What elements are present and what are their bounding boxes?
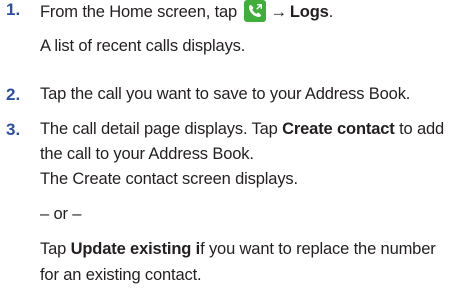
- update-existing-label: Update existing i: [70, 240, 201, 258]
- step-3-text-a: The call detail page displays. Tap: [40, 120, 283, 138]
- step-2-instruction: Tap the call you want to save to your Ad…: [40, 85, 411, 103]
- phone-icon: [243, 0, 266, 22]
- step-number-3: 3.: [6, 120, 21, 139]
- logs-label: Logs: [289, 3, 329, 21]
- step-3-alt-line-2: for an existing contact.: [40, 266, 202, 284]
- step-1-instruction: From the Home screen, tap → Logs.: [40, 0, 333, 22]
- arrow-icon: →: [270, 3, 288, 21]
- step-1-text: From the Home screen, tap: [40, 3, 242, 21]
- step-1-period: .: [328, 3, 334, 21]
- create-contact-label: Create contact: [282, 120, 395, 138]
- step-3-instruction-line-1: The call detail page displays. Tap Creat…: [40, 120, 444, 139]
- step-number-1: 1.: [6, 0, 21, 19]
- step-3-alt-text-a: Tap: [40, 240, 71, 258]
- step-1-result: A list of recent calls displays.: [40, 37, 246, 55]
- step-3-alt-line-1: Tap Update existing if you want to repla…: [40, 240, 436, 259]
- step-3-instruction-line-2: the call to your Address Book.: [40, 145, 254, 163]
- step-3-alt-text-b: f you want to replace the number: [200, 240, 436, 258]
- step-3-result: The Create contact screen displays.: [40, 170, 298, 188]
- step-3-text-b: to add: [394, 120, 445, 138]
- or-separator: – or –: [40, 205, 82, 223]
- step-number-2: 2.: [6, 85, 21, 104]
